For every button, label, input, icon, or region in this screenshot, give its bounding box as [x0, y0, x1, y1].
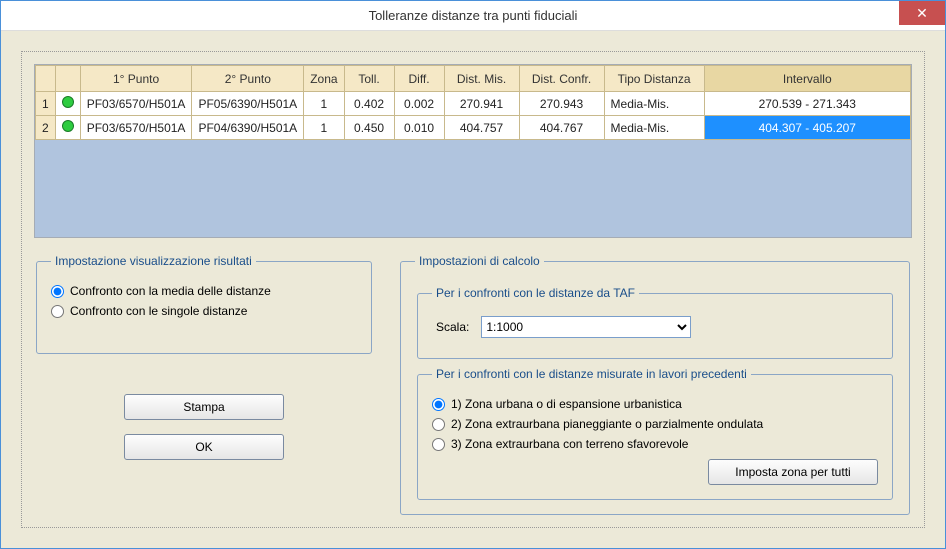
cell-mis[interactable]: 270.941	[444, 92, 519, 116]
close-icon: ✕	[916, 5, 928, 22]
radio-zona2[interactable]	[432, 418, 445, 431]
status-cell	[55, 92, 80, 116]
cell-confr[interactable]: 270.943	[519, 92, 604, 116]
imposta-zona-button[interactable]: Imposta zona per tutti	[708, 459, 878, 485]
cell-zona[interactable]: 1	[304, 116, 344, 140]
cell-mis[interactable]: 404.757	[444, 116, 519, 140]
cell-zona[interactable]: 1	[304, 92, 344, 116]
radio-zona1[interactable]	[432, 398, 445, 411]
cell-intervallo[interactable]: 270.539 - 271.343	[704, 92, 910, 116]
client-area: 1° Punto 2° Punto Zona Toll. Diff. Dist.…	[1, 31, 945, 548]
cell-tipo[interactable]: Media-Mis.	[604, 116, 704, 140]
scala-label: Scala:	[436, 320, 469, 334]
grid-empty-area	[35, 140, 911, 238]
table-row[interactable]: 2 PF03/6570/H501A PF04/6390/H501A 1 0.45…	[36, 116, 911, 140]
cell-tipo[interactable]: Media-Mis.	[604, 92, 704, 116]
imposta-row: Imposta zona per tutti	[432, 459, 878, 485]
col-toll[interactable]: Toll.	[344, 66, 394, 92]
scale-row: Scala: 1:1000	[432, 310, 878, 344]
col-punto1[interactable]: 1° Punto	[80, 66, 192, 92]
taf-group: Per i confronti con le distanze da TAF S…	[417, 286, 893, 359]
taf-legend: Per i confronti con le distanze da TAF	[432, 286, 639, 300]
stampa-button[interactable]: Stampa	[124, 394, 284, 420]
visualization-legend: Impostazione visualizzazione risultati	[51, 254, 256, 268]
col-diff[interactable]: Diff.	[394, 66, 444, 92]
window-title: Tolleranze distanze tra punti fiduciali	[369, 8, 578, 23]
radio-zona3[interactable]	[432, 438, 445, 451]
radio-media-row[interactable]: Confronto con la media delle distanze	[51, 284, 357, 298]
main-panel: 1° Punto 2° Punto Zona Toll. Diff. Dist.…	[21, 51, 925, 528]
scala-select[interactable]: 1:1000	[481, 316, 691, 338]
results-table[interactable]: 1° Punto 2° Punto Zona Toll. Diff. Dist.…	[35, 65, 911, 140]
table-row[interactable]: 1 PF03/6570/H501A PF05/6390/H501A 1 0.40…	[36, 92, 911, 116]
zona1-label: 1) Zona urbana o di espansione urbanisti…	[451, 397, 682, 411]
col-dist-mis[interactable]: Dist. Mis.	[444, 66, 519, 92]
button-stack: Stampa OK	[34, 394, 374, 460]
row-num: 1	[36, 92, 56, 116]
right-column: Impostazioni di calcolo Per i confronti …	[398, 254, 912, 515]
col-status[interactable]	[55, 66, 80, 92]
precedenti-legend: Per i confronti con le distanze misurate…	[432, 367, 751, 381]
radio-confronto-singole[interactable]	[51, 305, 64, 318]
col-intervallo[interactable]: Intervallo	[704, 66, 910, 92]
status-ok-icon	[62, 120, 74, 132]
cell-p2[interactable]: PF04/6390/H501A	[192, 116, 304, 140]
cell-toll[interactable]: 0.402	[344, 92, 394, 116]
window: Tolleranze distanze tra punti fiduciali …	[0, 0, 946, 549]
ok-button[interactable]: OK	[124, 434, 284, 460]
radio-singole-label: Confronto con le singole distanze	[70, 304, 247, 318]
col-rownum[interactable]	[36, 66, 56, 92]
cell-intervallo-selected[interactable]: 404.307 - 405.207	[704, 116, 910, 140]
radio-media-label: Confronto con la media delle distanze	[70, 284, 271, 298]
calc-group: Impostazioni di calcolo Per i confronti …	[400, 254, 910, 515]
zona2-row[interactable]: 2) Zona extraurbana pianeggiante o parzi…	[432, 417, 878, 431]
row-num: 2	[36, 116, 56, 140]
calc-legend: Impostazioni di calcolo	[415, 254, 544, 268]
col-zona[interactable]: Zona	[304, 66, 344, 92]
col-punto2[interactable]: 2° Punto	[192, 66, 304, 92]
col-tipo[interactable]: Tipo Distanza	[604, 66, 704, 92]
precedenti-group: Per i confronti con le distanze misurate…	[417, 367, 893, 500]
lower-area: Impostazione visualizzazione risultati C…	[34, 254, 912, 515]
zona2-label: 2) Zona extraurbana pianeggiante o parzi…	[451, 417, 763, 431]
col-dist-confr[interactable]: Dist. Confr.	[519, 66, 604, 92]
radio-singole-row[interactable]: Confronto con le singole distanze	[51, 304, 357, 318]
cell-toll[interactable]: 0.450	[344, 116, 394, 140]
close-button[interactable]: ✕	[899, 1, 945, 25]
radio-confronto-media[interactable]	[51, 285, 64, 298]
left-column: Impostazione visualizzazione risultati C…	[34, 254, 374, 515]
visualization-group: Impostazione visualizzazione risultati C…	[36, 254, 372, 354]
cell-p1[interactable]: PF03/6570/H501A	[80, 116, 192, 140]
cell-confr[interactable]: 404.767	[519, 116, 604, 140]
status-cell	[55, 116, 80, 140]
titlebar[interactable]: Tolleranze distanze tra punti fiduciali …	[1, 1, 945, 31]
cell-p2[interactable]: PF05/6390/H501A	[192, 92, 304, 116]
status-ok-icon	[62, 96, 74, 108]
zona3-row[interactable]: 3) Zona extraurbana con terreno sfavorev…	[432, 437, 878, 451]
zona1-row[interactable]: 1) Zona urbana o di espansione urbanisti…	[432, 397, 878, 411]
cell-diff[interactable]: 0.002	[394, 92, 444, 116]
cell-diff[interactable]: 0.010	[394, 116, 444, 140]
grid-container: 1° Punto 2° Punto Zona Toll. Diff. Dist.…	[34, 64, 912, 238]
zona3-label: 3) Zona extraurbana con terreno sfavorev…	[451, 437, 688, 451]
cell-p1[interactable]: PF03/6570/H501A	[80, 92, 192, 116]
